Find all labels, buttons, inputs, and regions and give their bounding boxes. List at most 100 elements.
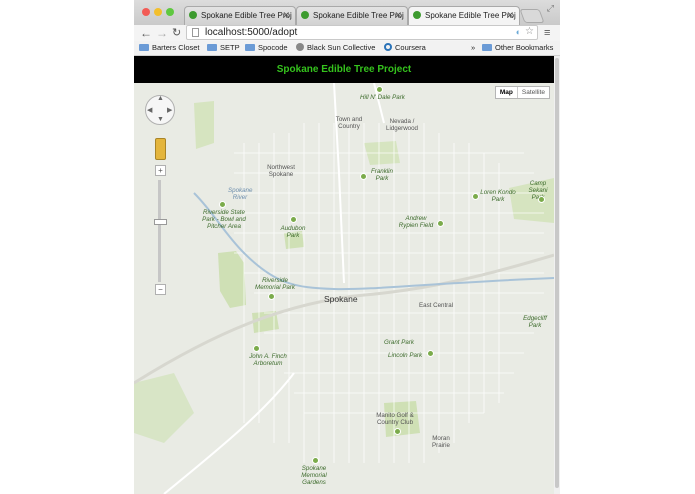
folder-icon: [207, 44, 217, 51]
map-canvas[interactable]: Hill N' Dale Park Town and Country Nevad…: [134, 83, 554, 494]
park-pin-icon[interactable]: [312, 457, 319, 464]
bookmark-label: Black Sun Collective: [307, 43, 376, 52]
close-icon[interactable]: ✕: [282, 7, 290, 24]
bookmark-label: Barters Closet: [152, 43, 200, 52]
browser-window: Spokane Edible Tree Proj ✕ Spokane Edibl…: [134, 0, 560, 494]
coursera-icon: [384, 43, 392, 51]
bookmark-label: SETP: [220, 43, 240, 52]
new-tab-button[interactable]: [519, 9, 545, 23]
place-label: Franklin Park: [370, 168, 393, 182]
tab-label: Spokane Edible Tree Proj: [201, 11, 292, 20]
minimize-window-button[interactable]: [154, 8, 162, 16]
tree-favicon-icon: [301, 11, 309, 19]
pan-right-icon[interactable]: ▶: [167, 106, 172, 114]
tab-label: Spokane Edible Tree Proj: [313, 11, 404, 20]
pan-control[interactable]: ▲ ▼ ◀ ▶: [145, 95, 175, 125]
place-label: East Central: [419, 302, 454, 309]
park-area: [218, 251, 246, 308]
bookmark-other-bookmarks[interactable]: Other Bookmarks: [482, 43, 553, 53]
park-pin-icon[interactable]: [253, 345, 260, 352]
close-icon[interactable]: ✕: [506, 7, 514, 24]
tree-favicon-icon: [413, 11, 421, 19]
park-pin-icon[interactable]: [394, 428, 401, 435]
bookmark-spocode[interactable]: Spocode: [245, 43, 288, 53]
more-bookmarks-chevron-icon[interactable]: »: [471, 43, 475, 53]
page-scrollbar[interactable]: [554, 56, 560, 494]
city-label: Spokane: [324, 294, 358, 304]
zoom-slider-handle[interactable]: [154, 219, 167, 225]
tab-label: Spokane Edible Tree Proj: [425, 11, 516, 20]
fullscreen-icon[interactable]: ⤢: [547, 3, 554, 14]
bookmark-setp[interactable]: SETP: [207, 43, 240, 53]
place-label: Manito Golf & Country Club: [376, 412, 414, 426]
folder-icon: [482, 44, 492, 51]
close-window-button[interactable]: [142, 8, 150, 16]
place-label: Lincoln Park: [388, 352, 423, 359]
park-pin-icon[interactable]: [290, 216, 297, 223]
tab-strip: Spokane Edible Tree Proj ✕ Spokane Edibl…: [134, 0, 560, 25]
tab-3[interactable]: Spokane Edible Tree Proj ✕: [408, 6, 520, 25]
scrollbar-thumb[interactable]: [555, 58, 559, 488]
park-pin-icon[interactable]: [472, 193, 479, 200]
back-arrow-icon[interactable]: ←: [140, 25, 152, 41]
tree-favicon-icon: [189, 11, 197, 19]
zoom-out-button[interactable]: −: [155, 284, 166, 295]
place-label: Town and Country: [335, 116, 363, 130]
spokane-river: [193, 192, 554, 291]
address-bar[interactable]: localhost:5000/adopt ◐ ☆: [186, 25, 538, 40]
menu-icon[interactable]: ≡: [544, 25, 550, 41]
close-icon[interactable]: ✕: [394, 7, 402, 24]
park-pin-icon[interactable]: [538, 196, 545, 203]
park-pin-icon[interactable]: [268, 293, 275, 300]
map-tiles: [134, 83, 554, 494]
zoom-window-button[interactable]: [166, 8, 174, 16]
pan-left-icon[interactable]: ◀: [147, 106, 152, 114]
pan-up-icon[interactable]: ▲: [157, 95, 164, 102]
place-label: John A. Finch Arboretum: [249, 353, 287, 367]
bookmark-coursera[interactable]: Coursera: [384, 43, 426, 53]
place-label: Loren Kondo Park: [480, 189, 516, 203]
park-area: [134, 373, 194, 443]
page-header: Spokane Edible Tree Project: [134, 56, 554, 83]
tab-2[interactable]: Spokane Edible Tree Proj ✕: [296, 6, 408, 25]
url-text: localhost:5000/adopt: [205, 27, 298, 38]
forward-arrow-icon[interactable]: →: [156, 25, 168, 41]
bookmark-label: Other Bookmarks: [495, 43, 554, 52]
place-label: Spokane Memorial Gardens: [301, 465, 327, 486]
park-pin-icon[interactable]: [376, 86, 383, 93]
site-icon: [296, 43, 304, 51]
place-label: Moran Prairie: [432, 435, 450, 449]
map-type-map-button[interactable]: Map: [496, 87, 518, 98]
place-label: Spokane River: [228, 187, 253, 201]
toolbar: ← → ↻ localhost:5000/adopt ◐ ☆ ≡: [134, 25, 560, 41]
place-label: Nevada / Lidgerwood: [386, 118, 418, 132]
park-pin-icon[interactable]: [360, 173, 367, 180]
bookmark-black-sun-collective[interactable]: Black Sun Collective: [296, 43, 375, 53]
place-label: Riverside State Park - Bowl and Pitcher …: [202, 209, 246, 230]
page-title: Spokane Edible Tree Project: [276, 64, 412, 75]
bookmarks-bar: Barters Closet SETP Spocode Black Sun Co…: [134, 41, 560, 56]
place-label: Northwest Spokane: [267, 164, 295, 178]
map-type-satellite-button[interactable]: Satellite: [518, 87, 549, 98]
place-label: Grant Park: [384, 339, 414, 346]
extension-icon[interactable]: ◐: [516, 27, 521, 37]
park-pin-icon[interactable]: [437, 220, 444, 227]
bookmark-star-icon[interactable]: ☆: [525, 26, 534, 37]
folder-icon: [139, 44, 149, 51]
place-label: Riverside Memorial Park: [255, 277, 295, 291]
park-pin-icon[interactable]: [219, 201, 226, 208]
reload-icon[interactable]: ↻: [172, 25, 181, 41]
pan-down-icon[interactable]: ▼: [157, 116, 164, 123]
place-label: Edgecliff Park: [523, 315, 547, 329]
bookmark-barters-closet[interactable]: Barters Closet: [139, 43, 200, 53]
park-pin-icon[interactable]: [427, 350, 434, 357]
page-icon: [192, 28, 199, 37]
bookmark-label: Spocode: [258, 43, 288, 52]
place-label: Andrew Rypien Field: [398, 215, 434, 229]
park-area: [194, 101, 214, 149]
bookmark-label: Coursera: [395, 43, 426, 52]
zoom-slider[interactable]: [154, 180, 167, 282]
street-view-pegman-icon[interactable]: [155, 138, 166, 160]
tab-1[interactable]: Spokane Edible Tree Proj ✕: [184, 6, 296, 25]
zoom-in-button[interactable]: +: [155, 165, 166, 176]
